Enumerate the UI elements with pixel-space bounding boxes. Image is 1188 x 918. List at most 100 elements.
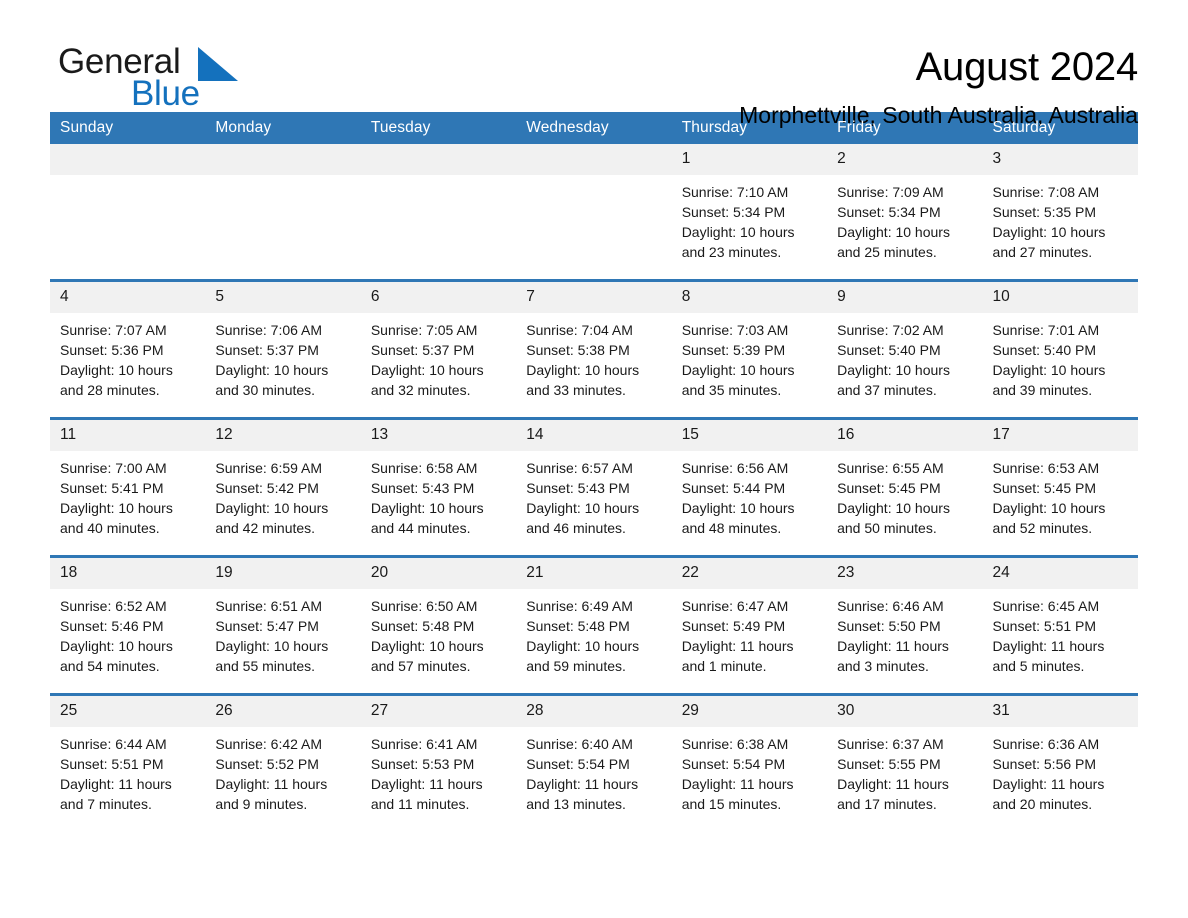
calendar-day-cell-empty bbox=[50, 144, 206, 281]
daylight-text: Daylight: 10 hours and 48 minutes. bbox=[681, 499, 795, 537]
daylight-text: Daylight: 11 hours and 17 minutes. bbox=[837, 775, 949, 813]
sunrise-text: Sunrise: 6:46 AM bbox=[837, 597, 944, 614]
day-details: Sunrise: 7:05 AM Sunset: 5:37 PM Daylight:… bbox=[361, 313, 516, 401]
daylight-text: Daylight: 10 hours and 46 minutes. bbox=[526, 499, 640, 537]
sunrise-text: Sunrise: 6:37 AM bbox=[837, 735, 944, 752]
day-number: 24 bbox=[982, 558, 1138, 589]
daylight-text: Daylight: 10 hours and 23 minutes. bbox=[681, 223, 795, 261]
day-number: 30 bbox=[827, 696, 983, 727]
day-details: Sunrise: 6:38 AM Sunset: 5:54 PM Daylight:… bbox=[672, 727, 827, 815]
calendar-day-cell[interactable]: 17 Sunrise: 6:53 AM Sunset: 5:45 PM Dayligh… bbox=[982, 417, 1138, 557]
sunset-text: Sunset: 5:49 PM bbox=[681, 617, 786, 634]
day-number: 17 bbox=[982, 420, 1138, 451]
sunrise-text: Sunrise: 6:42 AM bbox=[215, 735, 323, 752]
daylight-text: Daylight: 10 hours and 27 minutes. bbox=[992, 223, 1106, 261]
day-number bbox=[360, 144, 517, 175]
day-number: 13 bbox=[360, 420, 517, 451]
day-details: Sunrise: 7:09 AM Sunset: 5:34 PM Daylight:… bbox=[827, 175, 982, 263]
day-details: Sunrise: 6:40 AM Sunset: 5:54 PM Daylight:… bbox=[516, 727, 671, 815]
day-details: Sunrise: 7:02 AM Sunset: 5:40 PM Daylight:… bbox=[827, 313, 982, 401]
generalblue-logo[interactable]: General Blue bbox=[50, 44, 300, 116]
calendar-day-cell[interactable]: 13 Sunrise: 6:58 AM Sunset: 5:43 PM Dayligh… bbox=[360, 417, 517, 557]
calendar-day-cell[interactable]: 19 Sunrise: 6:51 AM Sunset: 5:47 PM Dayligh… bbox=[205, 555, 361, 695]
daylight-text: Daylight: 10 hours and 50 minutes. bbox=[837, 499, 950, 537]
day-details: Sunrise: 7:01 AM Sunset: 5:40 PM Daylight:… bbox=[983, 313, 1138, 401]
day-details: Sunrise: 6:55 AM Sunset: 5:45 PM Daylight:… bbox=[827, 451, 982, 539]
calendar-day-cell[interactable]: 8 Sunrise: 7:03 AM Sunset: 5:39 PM Daylight… bbox=[671, 279, 828, 419]
day-number: 7 bbox=[516, 282, 672, 313]
calendar-day-cell[interactable]: 23 Sunrise: 6:46 AM Sunset: 5:50 PM Dayligh… bbox=[827, 555, 983, 695]
calendar-day-cell[interactable]: 30 Sunrise: 6:37 AM Sunset: 5:55 PM Dayligh… bbox=[827, 693, 983, 831]
logo-triangle-icon bbox=[198, 47, 238, 81]
sunset-text: Sunset: 5:55 PM bbox=[837, 755, 941, 772]
day-number bbox=[205, 144, 361, 175]
calendar-week-row: 11 Sunrise: 7:00 AM Sunset: 5:41 PM Dayligh… bbox=[50, 417, 1138, 557]
calendar-body: 1 Sunrise: 7:10 AM Sunset: 5:34 PM Daylight… bbox=[50, 144, 1138, 831]
calendar-day-cell-empty bbox=[516, 144, 672, 281]
sunset-text: Sunset: 5:34 PM bbox=[681, 203, 786, 220]
sunset-text: Sunset: 5:43 PM bbox=[526, 479, 630, 496]
calendar-day-cell[interactable]: 31 Sunrise: 6:36 AM Sunset: 5:56 PM Dayligh… bbox=[982, 693, 1138, 831]
calendar-day-cell[interactable]: 1 Sunrise: 7:10 AM Sunset: 5:34 PM Daylight… bbox=[671, 144, 828, 281]
day-number: 25 bbox=[50, 696, 206, 727]
calendar-day-cell[interactable]: 9 Sunrise: 7:02 AM Sunset: 5:40 PM Daylight… bbox=[827, 279, 983, 419]
sunset-text: Sunset: 5:54 PM bbox=[681, 755, 786, 772]
calendar-day-cell[interactable]: 22 Sunrise: 6:47 AM Sunset: 5:49 PM Dayligh… bbox=[671, 555, 828, 695]
sunrise-text: Sunrise: 7:07 AM bbox=[60, 321, 167, 338]
calendar-day-cell[interactable]: 3 Sunrise: 7:08 AM Sunset: 5:35 PM Daylight… bbox=[982, 144, 1138, 281]
day-details: Sunrise: 6:41 AM Sunset: 5:53 PM Daylight:… bbox=[361, 727, 516, 815]
day-details: Sunrise: 7:10 AM Sunset: 5:34 PM Daylight:… bbox=[672, 175, 827, 263]
daylight-text: Daylight: 11 hours and 7 minutes. bbox=[60, 775, 172, 813]
sunrise-text: Sunrise: 7:03 AM bbox=[681, 321, 789, 338]
sunset-text: Sunset: 5:39 PM bbox=[681, 341, 786, 358]
daylight-text: Daylight: 10 hours and 57 minutes. bbox=[370, 637, 484, 675]
sunset-text: Sunset: 5:51 PM bbox=[992, 617, 1097, 634]
day-number: 12 bbox=[205, 420, 361, 451]
sunrise-text: Sunrise: 6:44 AM bbox=[60, 735, 167, 752]
calendar-day-cell[interactable]: 12 Sunrise: 6:59 AM Sunset: 5:42 PM Dayligh… bbox=[205, 417, 361, 557]
sunrise-text: Sunrise: 7:06 AM bbox=[215, 321, 323, 338]
day-number: 28 bbox=[516, 696, 672, 727]
sunrise-text: Sunrise: 7:08 AM bbox=[992, 183, 1100, 200]
calendar-day-cell[interactable]: 11 Sunrise: 7:00 AM Sunset: 5:41 PM Dayligh… bbox=[50, 417, 206, 557]
day-details: Sunrise: 7:00 AM Sunset: 5:41 PM Daylight:… bbox=[50, 451, 205, 539]
day-number: 10 bbox=[982, 282, 1138, 313]
day-details: Sunrise: 6:49 AM Sunset: 5:48 PM Daylight:… bbox=[516, 589, 671, 677]
calendar-day-cell[interactable]: 26 Sunrise: 6:42 AM Sunset: 5:52 PM Dayligh… bbox=[205, 693, 361, 831]
sunset-text: Sunset: 5:35 PM bbox=[992, 203, 1097, 220]
daylight-text: Daylight: 11 hours and 20 minutes. bbox=[992, 775, 1105, 813]
sunrise-text: Sunrise: 6:55 AM bbox=[837, 459, 944, 476]
calendar-day-cell[interactable]: 27 Sunrise: 6:41 AM Sunset: 5:53 PM Dayligh… bbox=[360, 693, 517, 831]
day-details: Sunrise: 6:51 AM Sunset: 5:47 PM Daylight:… bbox=[205, 589, 360, 677]
calendar-day-cell[interactable]: 7 Sunrise: 7:04 AM Sunset: 5:38 PM Daylight… bbox=[516, 279, 672, 419]
calendar-day-cell[interactable]: 18 Sunrise: 6:52 AM Sunset: 5:46 PM Dayligh… bbox=[50, 555, 206, 695]
calendar-day-cell[interactable]: 10 Sunrise: 7:01 AM Sunset: 5:40 PM Dayligh… bbox=[982, 279, 1138, 419]
calendar-day-cell[interactable]: 28 Sunrise: 6:40 AM Sunset: 5:54 PM Dayligh… bbox=[516, 693, 672, 831]
title-block: August 2024 Morphettville, South Austral… bbox=[739, 44, 1138, 130]
calendar-day-cell[interactable]: 15 Sunrise: 6:56 AM Sunset: 5:44 PM Dayligh… bbox=[671, 417, 828, 557]
calendar-day-cell[interactable]: 14 Sunrise: 6:57 AM Sunset: 5:43 PM Dayligh… bbox=[516, 417, 672, 557]
day-details: Sunrise: 6:59 AM Sunset: 5:42 PM Daylight:… bbox=[205, 451, 360, 539]
sunrise-text: Sunrise: 6:57 AM bbox=[526, 459, 633, 476]
calendar-day-cell[interactable]: 6 Sunrise: 7:05 AM Sunset: 5:37 PM Daylight… bbox=[360, 279, 517, 419]
day-details: Sunrise: 6:45 AM Sunset: 5:51 PM Daylight:… bbox=[983, 589, 1138, 677]
day-details: Sunrise: 6:52 AM Sunset: 5:46 PM Daylight:… bbox=[50, 589, 205, 677]
calendar-day-cell-empty bbox=[205, 144, 361, 281]
calendar-day-cell[interactable]: 24 Sunrise: 6:45 AM Sunset: 5:51 PM Dayligh… bbox=[982, 555, 1138, 695]
sunset-text: Sunset: 5:40 PM bbox=[837, 341, 941, 358]
calendar-day-cell[interactable]: 25 Sunrise: 6:44 AM Sunset: 5:51 PM Dayligh… bbox=[50, 693, 206, 831]
calendar-day-cell[interactable]: 20 Sunrise: 6:50 AM Sunset: 5:48 PM Dayligh… bbox=[360, 555, 517, 695]
daylight-text: Daylight: 10 hours and 42 minutes. bbox=[215, 499, 329, 537]
calendar-day-cell[interactable]: 16 Sunrise: 6:55 AM Sunset: 5:45 PM Dayligh… bbox=[827, 417, 983, 557]
calendar-day-cell[interactable]: 21 Sunrise: 6:49 AM Sunset: 5:48 PM Dayligh… bbox=[516, 555, 672, 695]
calendar-day-cell[interactable]: 4 Sunrise: 7:07 AM Sunset: 5:36 PM Daylight… bbox=[50, 279, 206, 419]
day-number: 21 bbox=[516, 558, 672, 589]
calendar-day-cell-empty bbox=[360, 144, 517, 281]
sunset-text: Sunset: 5:42 PM bbox=[215, 479, 319, 496]
calendar-day-cell[interactable]: 5 Sunrise: 7:06 AM Sunset: 5:37 PM Daylight… bbox=[205, 279, 361, 419]
sunset-text: Sunset: 5:48 PM bbox=[526, 617, 630, 634]
sunset-text: Sunset: 5:37 PM bbox=[370, 341, 475, 358]
calendar-day-cell[interactable]: 2 Sunrise: 7:09 AM Sunset: 5:34 PM Daylight… bbox=[827, 144, 983, 281]
calendar-day-cell[interactable]: 29 Sunrise: 6:38 AM Sunset: 5:54 PM Dayligh… bbox=[671, 693, 828, 831]
sunset-text: Sunset: 5:51 PM bbox=[60, 755, 164, 772]
